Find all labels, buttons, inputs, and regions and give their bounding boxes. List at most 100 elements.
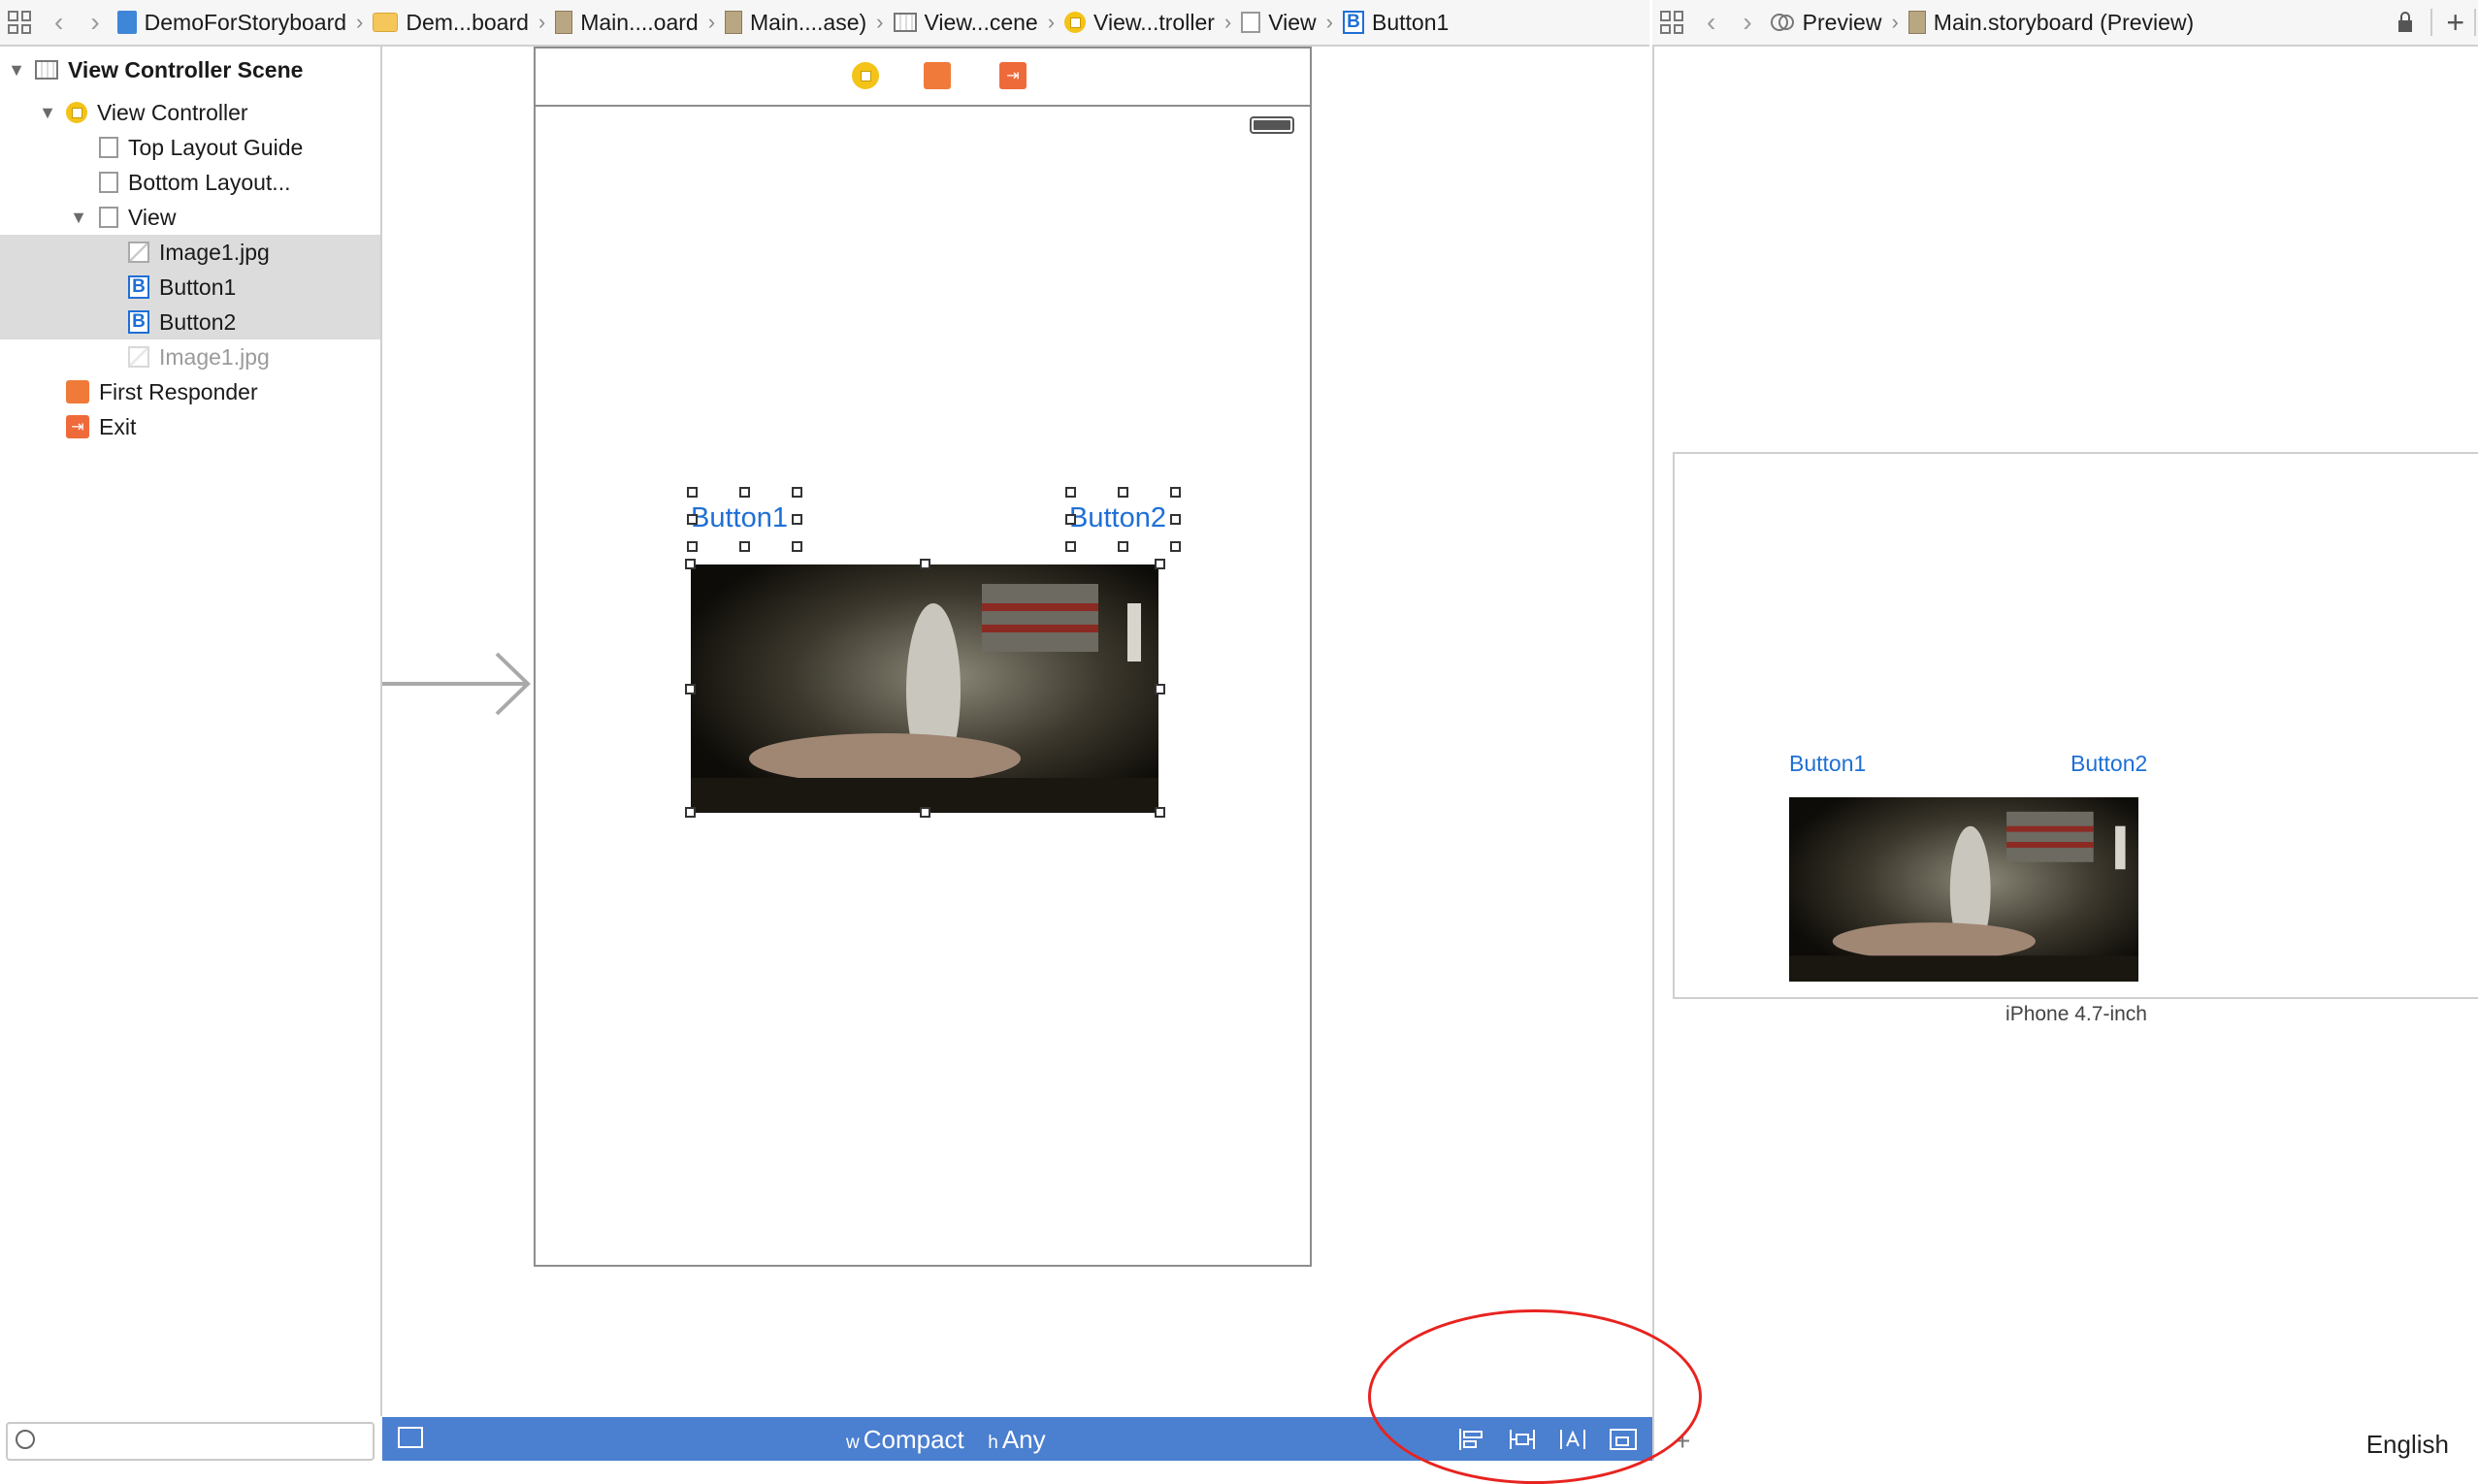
- breadcrumb-button[interactable]: B Button1: [1339, 10, 1452, 36]
- chevron-right-icon: ›: [1891, 10, 1899, 34]
- disclosure-triangle-icon[interactable]: ▼: [37, 103, 58, 123]
- folder-icon: [373, 13, 399, 32]
- resize-handle[interactable]: [687, 514, 698, 525]
- storyboard-canvas[interactable]: ⇥ Button1 Button2: [382, 47, 1649, 1416]
- view-controller-icon[interactable]: [852, 62, 879, 89]
- exit-icon: ⇥: [66, 415, 89, 438]
- first-responder-icon: [66, 380, 89, 403]
- chevron-right-icon: ›: [707, 10, 716, 34]
- breadcrumb-storyboard-base[interactable]: Main....ase): [721, 10, 870, 36]
- breadcrumb-view-controller[interactable]: View...troller: [1060, 10, 1219, 36]
- canvas-button2[interactable]: Button2: [1069, 502, 1166, 534]
- chevron-right-icon: ›: [1223, 10, 1232, 34]
- back-arrow-icon[interactable]: ‹: [1693, 7, 1729, 38]
- resize-handle[interactable]: [1118, 541, 1128, 552]
- outline-item-label: View: [128, 204, 177, 230]
- button-icon: B: [128, 310, 149, 334]
- breadcrumb-label: View...cene: [924, 9, 1038, 35]
- breadcrumb-label: View: [1268, 9, 1317, 35]
- resize-handle[interactable]: [1155, 559, 1165, 569]
- preview-device-frame: Button1 Button2: [1673, 452, 2478, 999]
- back-arrow-icon[interactable]: ‹: [41, 7, 77, 38]
- resize-handle[interactable]: [1170, 487, 1181, 498]
- breadcrumb-label: Dem...board: [406, 9, 529, 35]
- outline-item-top-layout-guide[interactable]: Top Layout Guide: [0, 130, 380, 165]
- outline-item-first-responder[interactable]: First Responder: [0, 374, 380, 409]
- image-view-icon: [128, 242, 149, 263]
- breadcrumb-group[interactable]: Dem...board: [369, 10, 533, 36]
- resize-handle[interactable]: [739, 487, 750, 498]
- annotation-circle: [1368, 1309, 1702, 1484]
- breadcrumb-scene[interactable]: View...cene: [890, 10, 1042, 36]
- storyboard-file-icon: [555, 11, 573, 34]
- resize-handle[interactable]: [1118, 487, 1128, 498]
- preview-language-selector[interactable]: English: [2366, 1430, 2449, 1460]
- canvas-button1[interactable]: Button1: [691, 502, 788, 534]
- divider: [2430, 9, 2433, 36]
- outline-item-button2[interactable]: B Button2: [0, 305, 380, 339]
- resize-handle[interactable]: [739, 541, 750, 552]
- view-controller-scene[interactable]: ⇥ Button1 Button2: [534, 47, 1312, 1267]
- outline-scene-row[interactable]: ▼ View Controller Scene: [0, 52, 380, 87]
- layout-guide-icon: [99, 172, 118, 193]
- resize-handle[interactable]: [1065, 514, 1076, 525]
- divider: [2474, 9, 2476, 36]
- breadcrumb-project[interactable]: DemoForStoryboard: [114, 10, 350, 36]
- outline-scene-title: View Controller Scene: [68, 56, 304, 82]
- resize-handle[interactable]: [1155, 807, 1165, 818]
- canvas-image-view[interactable]: [691, 565, 1158, 813]
- view-controller-icon: [66, 102, 87, 123]
- resize-handle[interactable]: [920, 559, 930, 569]
- size-class-selector[interactable]: w Compact h Any: [846, 1425, 1046, 1455]
- disclosure-triangle-icon[interactable]: ▼: [6, 60, 27, 81]
- first-responder-icon[interactable]: [924, 62, 951, 89]
- device-name-label[interactable]: iPhone 4.7-inch: [1785, 1003, 2367, 1026]
- outline-item-label: Button1: [159, 274, 237, 300]
- add-editor-icon[interactable]: +: [2438, 5, 2472, 41]
- breadcrumb-view[interactable]: View: [1237, 10, 1320, 36]
- outline-filter-field[interactable]: [6, 1422, 375, 1461]
- resize-handle[interactable]: [792, 514, 802, 525]
- resize-handle[interactable]: [1170, 541, 1181, 552]
- resize-handle[interactable]: [792, 541, 802, 552]
- breadcrumb-preview[interactable]: Preview: [1766, 10, 1886, 36]
- disclosure-triangle-icon[interactable]: ▼: [68, 208, 89, 228]
- outline-item-image1-dimmed[interactable]: Image1.jpg: [0, 339, 380, 374]
- breadcrumb-label: Preview: [1802, 9, 1882, 35]
- resize-handle[interactable]: [920, 807, 930, 818]
- resize-handle[interactable]: [685, 807, 696, 818]
- breadcrumb-label: Main....ase): [750, 9, 867, 35]
- outline-item-image1[interactable]: Image1.jpg: [0, 235, 380, 270]
- related-items-icon[interactable]: [8, 11, 31, 34]
- resize-handle[interactable]: [1170, 514, 1181, 525]
- chevron-right-icon: ›: [1325, 10, 1333, 34]
- resize-handle[interactable]: [685, 559, 696, 569]
- lock-icon[interactable]: [2396, 11, 2415, 34]
- outline-item-bottom-layout-guide[interactable]: Bottom Layout...: [0, 165, 380, 200]
- breadcrumb-storyboard[interactable]: Main....oard: [551, 10, 701, 36]
- resize-handle[interactable]: [685, 684, 696, 694]
- outline-item-label: Top Layout Guide: [128, 134, 304, 160]
- related-items-icon[interactable]: [1660, 11, 1683, 34]
- button-icon: B: [1343, 11, 1364, 34]
- resize-handle[interactable]: [792, 487, 802, 498]
- battery-icon: [1250, 116, 1294, 134]
- resize-handle[interactable]: [1065, 541, 1076, 552]
- resize-handle[interactable]: [1155, 684, 1165, 694]
- assistant-jump-bar: ‹ › Preview › Main.storyboard (Preview) …: [1652, 0, 2478, 47]
- outline-item-view-controller[interactable]: ▼ View Controller: [0, 95, 380, 130]
- resize-handle[interactable]: [687, 487, 698, 498]
- preview-button2: Button2: [2070, 751, 2148, 776]
- outline-item-button1[interactable]: B Button1: [0, 270, 380, 305]
- outline-toggle-icon[interactable]: [398, 1427, 423, 1448]
- scene-dock: ⇥: [536, 48, 1310, 107]
- resize-handle[interactable]: [687, 541, 698, 552]
- forward-arrow-icon[interactable]: ›: [1729, 7, 1765, 38]
- resize-handle[interactable]: [1065, 487, 1076, 498]
- forward-arrow-icon[interactable]: ›: [77, 7, 113, 38]
- breadcrumb-preview-storyboard[interactable]: Main.storyboard (Preview): [1905, 10, 2198, 36]
- outline-item-view[interactable]: ▼ View: [0, 200, 380, 235]
- outline-item-exit[interactable]: ⇥ Exit: [0, 409, 380, 444]
- exit-icon[interactable]: ⇥: [999, 62, 1027, 89]
- filter-icon: [16, 1430, 35, 1449]
